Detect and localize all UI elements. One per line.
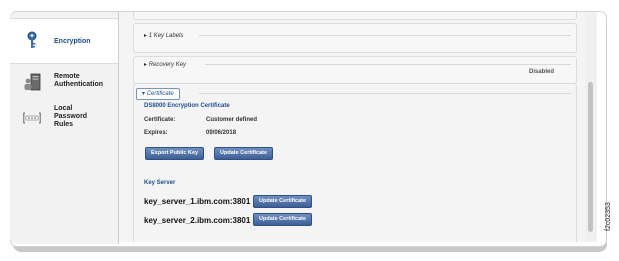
key-labels-section[interactable]	[133, 23, 577, 53]
sidebar-item-label: Local Password Rules	[54, 105, 88, 128]
sidebar-item-encryption[interactable]: Encryption	[10, 18, 118, 64]
recovery-key-header[interactable]: ▸ Recovery Key	[144, 61, 186, 68]
certificate-label: Certificate:	[144, 117, 176, 123]
key-server-title: Key Server	[144, 180, 176, 186]
expand-arrow-icon: ▸	[144, 33, 148, 39]
sidebar-item-label: Encryption	[54, 38, 91, 45]
main-content: ▸ 1 Key Labels ▸ Recovery Key Disabled ▾…	[119, 12, 585, 242]
collapse-arrow-icon: ▾	[142, 91, 146, 97]
sidebar-item-remote-authentication[interactable]: Remote Authentication	[10, 70, 118, 100]
divider	[199, 35, 571, 36]
sidebar: Encryption Remote Authentication Local P…	[10, 12, 119, 244]
recovery-key-status: Disabled	[529, 69, 555, 75]
certificate-value: Customer defined	[206, 117, 258, 123]
expires-value: 09/06/2018	[206, 130, 237, 136]
key-server-1-name: key_server_1.ibm.com:3801	[144, 197, 251, 206]
export-public-key-button[interactable]: Export Public Key	[145, 147, 205, 160]
expand-arrow-icon: ▸	[144, 62, 148, 68]
sidebar-item-local-password-rules[interactable]: Local Password Rules	[10, 103, 118, 137]
scrollbar-thumb[interactable]	[588, 82, 593, 232]
divider	[205, 64, 571, 65]
key-icon	[27, 31, 37, 48]
certificate-title: DS8000 Encryption Certificate	[144, 103, 230, 109]
update-certificate-button[interactable]: Update Certificate	[214, 147, 274, 160]
key-server-2-name: key_server_2.ibm.com:3801	[144, 216, 251, 225]
recovery-key-section[interactable]	[133, 56, 577, 84]
divider	[199, 93, 571, 94]
expires-label: Expires:	[144, 130, 168, 136]
section-box-previous	[133, 12, 577, 20]
key-server-2-update-button[interactable]: Update Certificate	[253, 213, 313, 226]
certificate-toggle[interactable]: ▾ Certificate	[136, 88, 180, 100]
figure-id: f2c02353	[605, 202, 612, 231]
key-labels-header[interactable]: ▸ 1 Key Labels	[144, 32, 183, 39]
sidebar-item-label: Remote Authentication	[54, 73, 103, 88]
content-scrollbar[interactable]	[585, 12, 597, 242]
password-field-icon	[23, 112, 41, 124]
server-user-icon	[24, 73, 41, 91]
key-server-1-update-button[interactable]: Update Certificate	[253, 195, 313, 208]
